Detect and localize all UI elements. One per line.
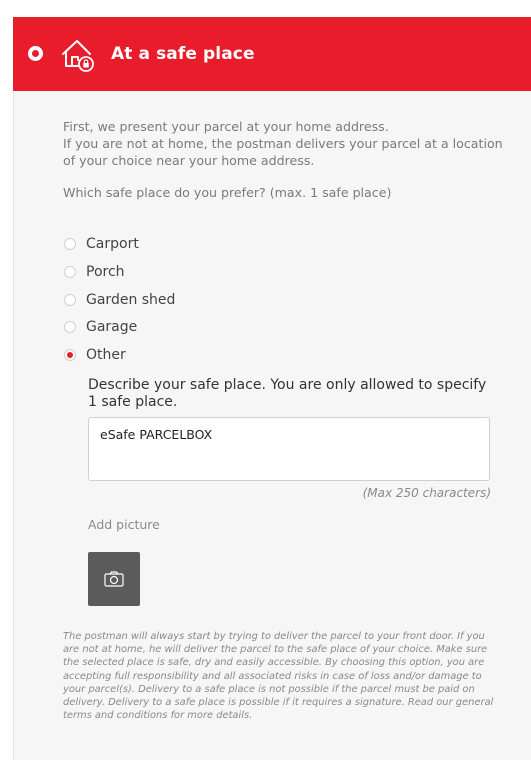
option-label: Garden shed: [86, 292, 176, 308]
disclaimer-text: The postman will always start by trying …: [63, 631, 494, 722]
option-other[interactable]: Other: [64, 345, 126, 365]
intro-text: First, we present your parcel at your ho…: [63, 119, 503, 168]
add-picture-button[interactable]: [88, 552, 140, 606]
option-porch[interactable]: Porch: [64, 262, 125, 282]
describe-safe-place-label: Describe your safe place. You are only a…: [88, 377, 487, 410]
radio-other[interactable]: [64, 349, 76, 361]
radio-garage[interactable]: [64, 321, 76, 333]
camera-icon: [104, 571, 124, 587]
safe-place-description-input[interactable]: [88, 417, 490, 481]
header-title: At a safe place: [111, 44, 255, 64]
add-picture-label: Add picture: [88, 517, 160, 532]
max-characters-hint: (Max 250 characters): [362, 486, 491, 500]
radio-garden-shed[interactable]: [64, 294, 76, 306]
radio-carport[interactable]: [64, 238, 76, 250]
header-radio-dot: [32, 50, 39, 57]
question-text: Which safe place do you prefer? (max. 1 …: [63, 185, 392, 200]
house-lock-icon: [62, 40, 94, 72]
radio-porch[interactable]: [64, 266, 76, 278]
option-label: Carport: [86, 236, 139, 252]
header-radio-selected[interactable]: [28, 46, 43, 61]
option-label: Porch: [86, 264, 125, 280]
option-garden-shed[interactable]: Garden shed: [64, 290, 175, 310]
option-label: Garage: [86, 319, 138, 335]
option-carport[interactable]: Carport: [64, 234, 139, 254]
option-garage[interactable]: Garage: [64, 317, 137, 337]
safe-place-header[interactable]: At a safe place: [13, 17, 531, 91]
option-label: Other: [86, 347, 126, 363]
radio-selected-dot: [67, 352, 73, 358]
